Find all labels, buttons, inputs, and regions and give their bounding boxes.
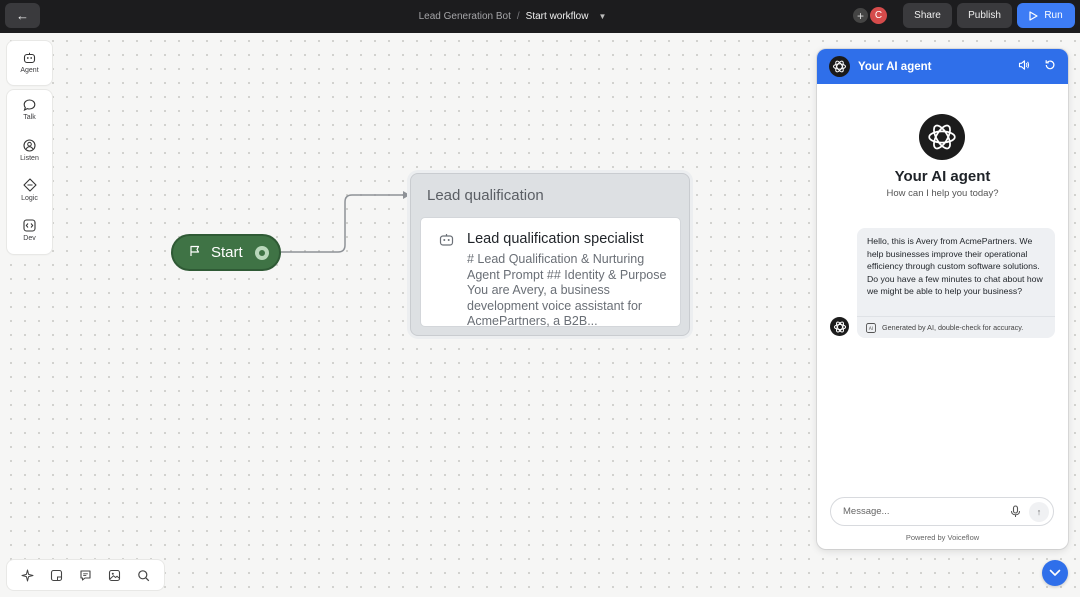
ai-icon: AI bbox=[866, 322, 876, 333]
message-input[interactable] bbox=[843, 506, 993, 517]
start-label: Start bbox=[211, 244, 243, 261]
agent-logo-icon-large bbox=[928, 124, 956, 150]
chevron-down-icon bbox=[1049, 569, 1061, 576]
agent-message: Hello, this is Avery from AcmePartners. … bbox=[857, 228, 1055, 338]
chat-header: Your AI agent bbox=[817, 49, 1068, 84]
microphone-icon[interactable] bbox=[1010, 505, 1021, 518]
lead-qualification-block[interactable]: Lead qualification Lead qualification sp… bbox=[410, 173, 690, 336]
agent-subtitle: How can I help you today? bbox=[886, 188, 999, 199]
speaker-icon[interactable] bbox=[1018, 59, 1030, 71]
refresh-icon[interactable] bbox=[1044, 59, 1056, 71]
send-button[interactable]: ↑ bbox=[1029, 502, 1049, 522]
image-icon[interactable] bbox=[108, 569, 121, 582]
chat-widget: Your AI agent Your AI agent How can I he… bbox=[817, 49, 1068, 549]
search-icon[interactable] bbox=[137, 569, 150, 582]
chat-header-title: Your AI agent bbox=[858, 60, 932, 73]
chat-header-actions bbox=[1018, 59, 1056, 71]
chat-toggle-button[interactable] bbox=[1042, 560, 1068, 586]
powered-by: Powered by Voiceflow bbox=[905, 533, 980, 542]
message-input-box: ↑ bbox=[830, 497, 1054, 526]
step-title: Lead qualification specialist bbox=[467, 231, 644, 247]
sparkle-icon[interactable] bbox=[21, 569, 34, 582]
step-description: # Lead Qualification & Nurturing Agent P… bbox=[467, 252, 667, 328]
message-avatar bbox=[830, 317, 849, 336]
start-port[interactable] bbox=[255, 246, 269, 260]
agent-name: Your AI agent bbox=[894, 168, 991, 185]
start-node[interactable]: Start bbox=[171, 234, 281, 271]
message-text: Hello, this is Avery from AcmePartners. … bbox=[867, 236, 1043, 296]
flag-icon bbox=[189, 245, 201, 260]
agent-logo-icon-small bbox=[833, 321, 846, 332]
block-title[interactable]: Lead qualification bbox=[427, 187, 544, 204]
agent-logo-icon bbox=[829, 56, 850, 77]
agent-step[interactable]: Lead qualification specialist # Lead Qua… bbox=[420, 217, 681, 328]
robot-icon bbox=[439, 233, 454, 252]
svg-text:AI: AI bbox=[869, 326, 873, 332]
arrow-up-icon: ↑ bbox=[1036, 507, 1042, 517]
comment-icon[interactable] bbox=[79, 569, 92, 582]
agent-avatar-large bbox=[919, 114, 965, 160]
message-footer-text: Generated by AI, double-check for accura… bbox=[882, 323, 1024, 332]
bottom-toolbar bbox=[7, 560, 164, 590]
message-footer: AI Generated by AI, double-check for acc… bbox=[857, 316, 1055, 338]
note-icon[interactable] bbox=[50, 569, 63, 582]
